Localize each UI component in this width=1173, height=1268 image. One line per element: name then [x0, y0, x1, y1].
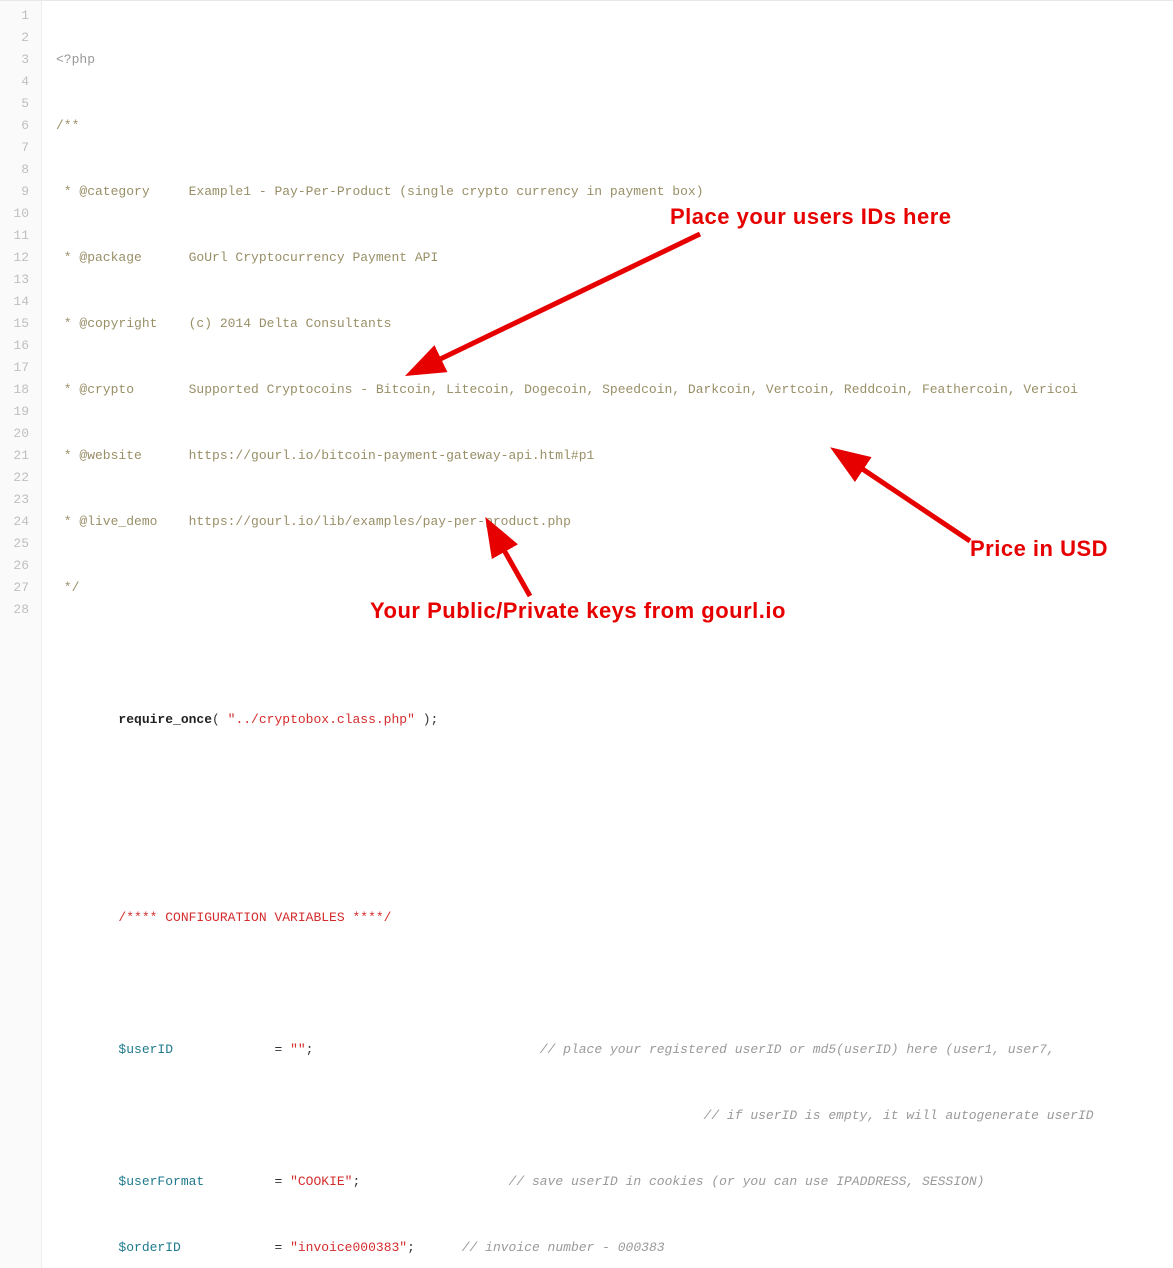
- code-line[interactable]: <?php: [56, 49, 1165, 71]
- line-number: 25: [8, 533, 29, 555]
- code-content[interactable]: <?php /** * @category Example1 - Pay-Per…: [42, 1, 1173, 1268]
- code-line[interactable]: [56, 775, 1165, 797]
- line-number: 22: [8, 467, 29, 489]
- code-line[interactable]: [56, 643, 1165, 665]
- code-line[interactable]: * @live_demo https://gourl.io/lib/exampl…: [56, 511, 1165, 533]
- code-line[interactable]: */: [56, 577, 1165, 599]
- line-number: 28: [8, 599, 29, 621]
- line-number: 7: [8, 137, 29, 159]
- code-line[interactable]: [56, 973, 1165, 995]
- line-number: 15: [8, 313, 29, 335]
- code-line[interactable]: * @website https://gourl.io/bitcoin-paym…: [56, 445, 1165, 467]
- line-number: 16: [8, 335, 29, 357]
- code-line[interactable]: * @crypto Supported Cryptocoins - Bitcoi…: [56, 379, 1165, 401]
- line-number: 3: [8, 49, 29, 71]
- code-line[interactable]: [56, 841, 1165, 863]
- line-number: 26: [8, 555, 29, 577]
- code-line[interactable]: require_once( "../cryptobox.class.php" )…: [56, 709, 1165, 731]
- line-number: 11: [8, 225, 29, 247]
- code-line[interactable]: /**** CONFIGURATION VARIABLES ****/: [56, 907, 1165, 929]
- line-number: 19: [8, 401, 29, 423]
- line-number: 24: [8, 511, 29, 533]
- line-number: 4: [8, 71, 29, 93]
- line-number: 13: [8, 269, 29, 291]
- code-line[interactable]: * @copyright (c) 2014 Delta Consultants: [56, 313, 1165, 335]
- line-number: 5: [8, 93, 29, 115]
- line-number: 12: [8, 247, 29, 269]
- line-number: 2: [8, 27, 29, 49]
- line-number: 8: [8, 159, 29, 181]
- line-number: 9: [8, 181, 29, 203]
- line-number: 20: [8, 423, 29, 445]
- code-line[interactable]: $userID = ""; // place your registered u…: [56, 1039, 1165, 1061]
- line-number: 18: [8, 379, 29, 401]
- line-number: 23: [8, 489, 29, 511]
- code-line[interactable]: /**: [56, 115, 1165, 137]
- code-line[interactable]: $orderID = "invoice000383"; // invoice n…: [56, 1237, 1165, 1259]
- line-number: 17: [8, 357, 29, 379]
- code-line[interactable]: $userFormat = "COOKIE"; // save userID i…: [56, 1171, 1165, 1193]
- line-number-gutter: 1 2 3 4 5 6 7 8 9 10 11 12 13 14 15 16 1…: [0, 1, 42, 1268]
- code-line[interactable]: * @category Example1 - Pay-Per-Product (…: [56, 181, 1165, 203]
- line-number: 10: [8, 203, 29, 225]
- code-line[interactable]: * @package GoUrl Cryptocurrency Payment …: [56, 247, 1165, 269]
- line-number: 14: [8, 291, 29, 313]
- line-number: 27: [8, 577, 29, 599]
- line-number: 21: [8, 445, 29, 467]
- code-line[interactable]: // if userID is empty, it will autogener…: [56, 1105, 1165, 1127]
- line-number: 6: [8, 115, 29, 137]
- line-number: 1: [8, 5, 29, 27]
- code-editor[interactable]: 1 2 3 4 5 6 7 8 9 10 11 12 13 14 15 16 1…: [0, 0, 1173, 1268]
